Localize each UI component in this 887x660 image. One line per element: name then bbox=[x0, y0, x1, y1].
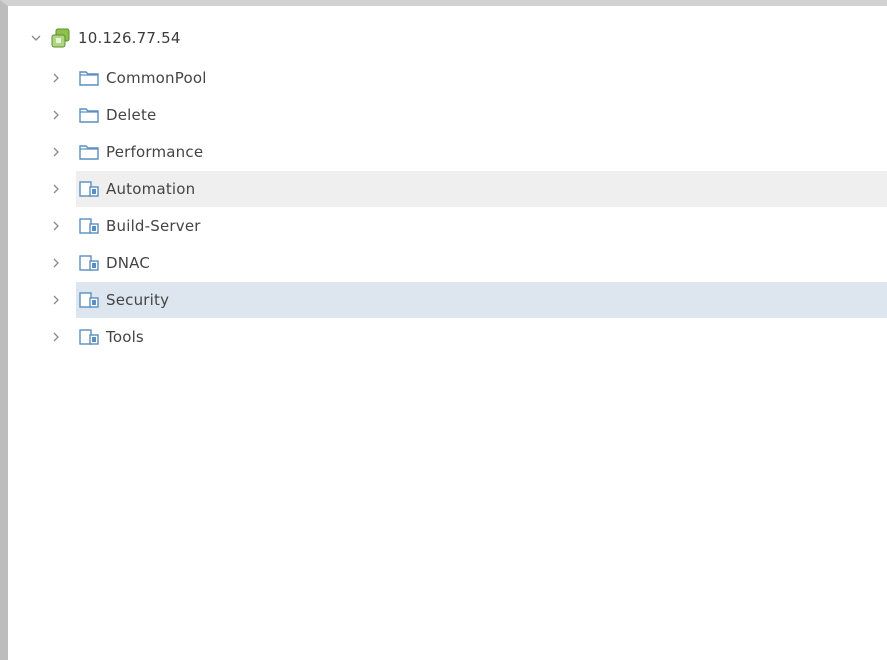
inventory-tree-panel: 10.126.77.54 CommonPool Delete Performan… bbox=[0, 0, 887, 660]
tree-item-build-server[interactable]: Build-Server bbox=[48, 208, 887, 244]
tree-item-label: Delete bbox=[106, 106, 157, 124]
vcenter-host-icon bbox=[50, 27, 72, 49]
chevron-down-icon[interactable] bbox=[28, 30, 44, 46]
datacenter-icon bbox=[78, 180, 100, 198]
folder-icon bbox=[78, 143, 100, 161]
tree-item-security[interactable]: Security bbox=[48, 282, 887, 318]
chevron-right-icon[interactable] bbox=[48, 181, 64, 197]
row-highlight bbox=[76, 171, 887, 207]
tree-root-node[interactable]: 10.126.77.54 bbox=[28, 20, 328, 56]
tree-item-automation[interactable]: Automation bbox=[48, 171, 887, 207]
folder-icon bbox=[78, 69, 100, 87]
row-highlight bbox=[76, 319, 887, 355]
folder-icon bbox=[78, 106, 100, 124]
datacenter-icon bbox=[78, 291, 100, 309]
tree-item-label: Build-Server bbox=[106, 217, 201, 235]
chevron-right-icon[interactable] bbox=[48, 70, 64, 86]
tree-item-label: Security bbox=[106, 291, 170, 309]
tree-item-label: Tools bbox=[106, 328, 144, 346]
chevron-right-icon[interactable] bbox=[48, 329, 64, 345]
chevron-right-icon[interactable] bbox=[48, 255, 64, 271]
chevron-right-icon[interactable] bbox=[48, 107, 64, 123]
tree-item-delete[interactable]: Delete bbox=[48, 97, 887, 133]
row-highlight bbox=[76, 97, 887, 133]
tree-item-label: Performance bbox=[106, 143, 204, 161]
tree-item-commonpool[interactable]: CommonPool bbox=[48, 60, 887, 96]
tree-item-label: CommonPool bbox=[106, 69, 207, 87]
tree-item-dnac[interactable]: DNAC bbox=[48, 245, 887, 281]
datacenter-icon bbox=[78, 217, 100, 235]
datacenter-icon bbox=[78, 254, 100, 272]
tree-item-performance[interactable]: Performance bbox=[48, 134, 887, 170]
tree-item-label: DNAC bbox=[106, 254, 151, 272]
tree-root-label: 10.126.77.54 bbox=[78, 29, 181, 47]
tree-item-tools[interactable]: Tools bbox=[48, 319, 887, 355]
row-highlight bbox=[76, 245, 887, 281]
datacenter-icon bbox=[78, 328, 100, 346]
tree-item-label: Automation bbox=[106, 180, 196, 198]
row-highlight bbox=[76, 282, 887, 318]
chevron-right-icon[interactable] bbox=[48, 292, 64, 308]
chevron-right-icon[interactable] bbox=[48, 144, 64, 160]
chevron-right-icon[interactable] bbox=[48, 218, 64, 234]
